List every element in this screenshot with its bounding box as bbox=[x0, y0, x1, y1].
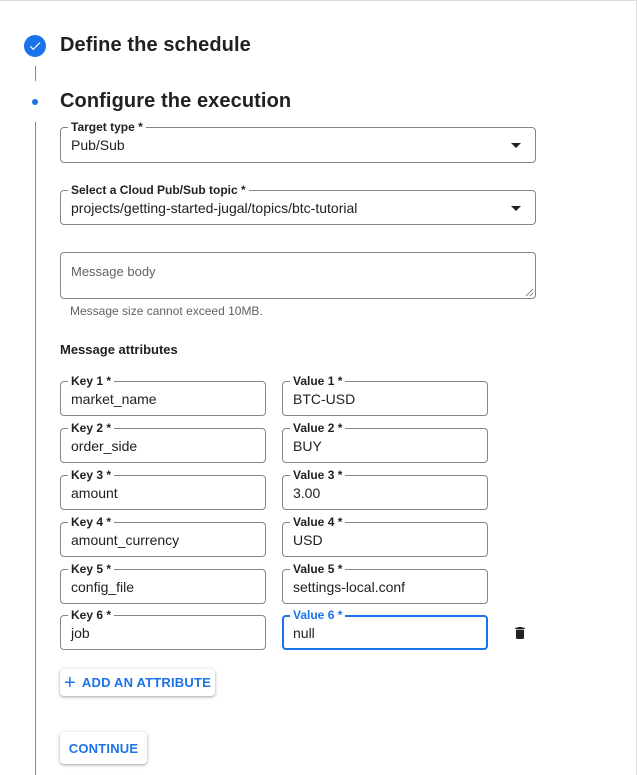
message-attributes-title: Message attributes bbox=[60, 342, 178, 357]
value-value: settings-local.conf bbox=[293, 579, 406, 595]
add-attribute-button[interactable]: + ADD AN ATTRIBUTE bbox=[60, 669, 215, 696]
value-value: BTC-USD bbox=[293, 391, 356, 407]
key-field-4[interactable]: Key 4 * amount_currency bbox=[60, 515, 266, 557]
add-attribute-label: ADD AN ATTRIBUTE bbox=[81, 675, 211, 690]
value-field-5[interactable]: Value 5 * settings-local.conf bbox=[282, 562, 488, 604]
key-label: Key 1 * bbox=[68, 374, 115, 388]
key-field-6[interactable]: Key 6 * job bbox=[60, 608, 266, 650]
key-value: config_file bbox=[71, 579, 135, 595]
target-type-label: Target type * bbox=[68, 120, 146, 134]
continue-button[interactable]: CONTINUE bbox=[60, 732, 147, 764]
value-label: Value 5 * bbox=[290, 562, 346, 576]
step-define-schedule[interactable]: Define the schedule bbox=[24, 34, 251, 57]
value-value: 3.00 bbox=[293, 485, 321, 501]
key-field-1[interactable]: Key 1 * market_name bbox=[60, 374, 266, 416]
step-configure-execution[interactable]: Configure the execution bbox=[24, 90, 291, 113]
key-label: Key 6 * bbox=[68, 608, 115, 622]
value-field-1[interactable]: Value 1 * BTC-USD bbox=[282, 374, 488, 416]
pubsub-topic-value: projects/getting-started-jugal/topics/bt… bbox=[71, 200, 358, 216]
key-field-2[interactable]: Key 2 * order_side bbox=[60, 421, 266, 463]
target-type-select[interactable]: Target type * Pub/Sub bbox=[60, 120, 536, 163]
step-connector-line bbox=[35, 66, 36, 81]
key-field-3[interactable]: Key 3 * amount bbox=[60, 468, 266, 510]
key-value: amount_currency bbox=[71, 532, 180, 548]
value-field-3[interactable]: Value 3 * 3.00 bbox=[282, 468, 488, 510]
value-label: Value 1 * bbox=[290, 374, 346, 388]
key-label: Key 4 * bbox=[68, 515, 115, 529]
caret-down-icon[interactable] bbox=[511, 143, 521, 148]
key-value: job bbox=[71, 625, 90, 641]
value-field-2[interactable]: Value 2 * BUY bbox=[282, 421, 488, 463]
continue-label: CONTINUE bbox=[68, 740, 139, 756]
caret-down-icon[interactable] bbox=[511, 206, 521, 211]
trash-icon[interactable] bbox=[512, 624, 528, 642]
value-label: Value 6 * bbox=[290, 608, 346, 622]
key-label: Key 5 * bbox=[68, 562, 115, 576]
top-border bbox=[0, 0, 637, 1]
active-dot-icon bbox=[24, 91, 46, 113]
key-value: market_name bbox=[71, 391, 157, 407]
value-label: Value 2 * bbox=[290, 421, 346, 435]
step-title-execution: Configure the execution bbox=[60, 90, 292, 112]
pubsub-topic-select[interactable]: Select a Cloud Pub/Sub topic * projects/… bbox=[60, 183, 536, 225]
message-body-placeholder: Message body bbox=[71, 264, 156, 279]
value-label: Value 4 * bbox=[290, 515, 346, 529]
step-content-line bbox=[35, 122, 36, 775]
value-value: USD bbox=[293, 532, 323, 548]
pubsub-topic-label: Select a Cloud Pub/Sub topic * bbox=[68, 183, 249, 197]
value-field-6[interactable]: Value 6 * null bbox=[282, 608, 488, 650]
value-label: Value 3 * bbox=[290, 468, 346, 482]
check-icon bbox=[24, 34, 46, 57]
key-label: Key 2 * bbox=[68, 421, 115, 435]
key-field-5[interactable]: Key 5 * config_file bbox=[60, 562, 266, 604]
key-value: amount bbox=[71, 485, 118, 501]
value-value: BUY bbox=[293, 438, 322, 454]
message-body-textarea[interactable]: Message body bbox=[60, 252, 536, 299]
resize-grip-icon[interactable] bbox=[525, 288, 534, 297]
plus-icon: + bbox=[64, 671, 76, 694]
step-title-schedule: Define the schedule bbox=[60, 34, 251, 56]
message-size-hint: Message size cannot exceed 10MB. bbox=[70, 304, 263, 318]
target-type-value: Pub/Sub bbox=[71, 137, 125, 153]
value-value: null bbox=[293, 625, 315, 641]
value-field-4[interactable]: Value 4 * USD bbox=[282, 515, 488, 557]
key-value: order_side bbox=[71, 438, 138, 454]
key-label: Key 3 * bbox=[68, 468, 115, 482]
